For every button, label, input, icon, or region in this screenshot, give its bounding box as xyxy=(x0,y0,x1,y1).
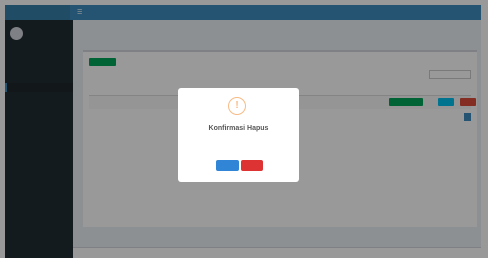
warning-icon: ! xyxy=(228,97,246,115)
confirm-dialog: ! Konfirmasi Hapus xyxy=(178,88,299,182)
confirm-button[interactable] xyxy=(216,160,239,171)
dialog-title: Konfirmasi Hapus xyxy=(208,125,269,132)
cancel-button[interactable] xyxy=(241,160,263,171)
